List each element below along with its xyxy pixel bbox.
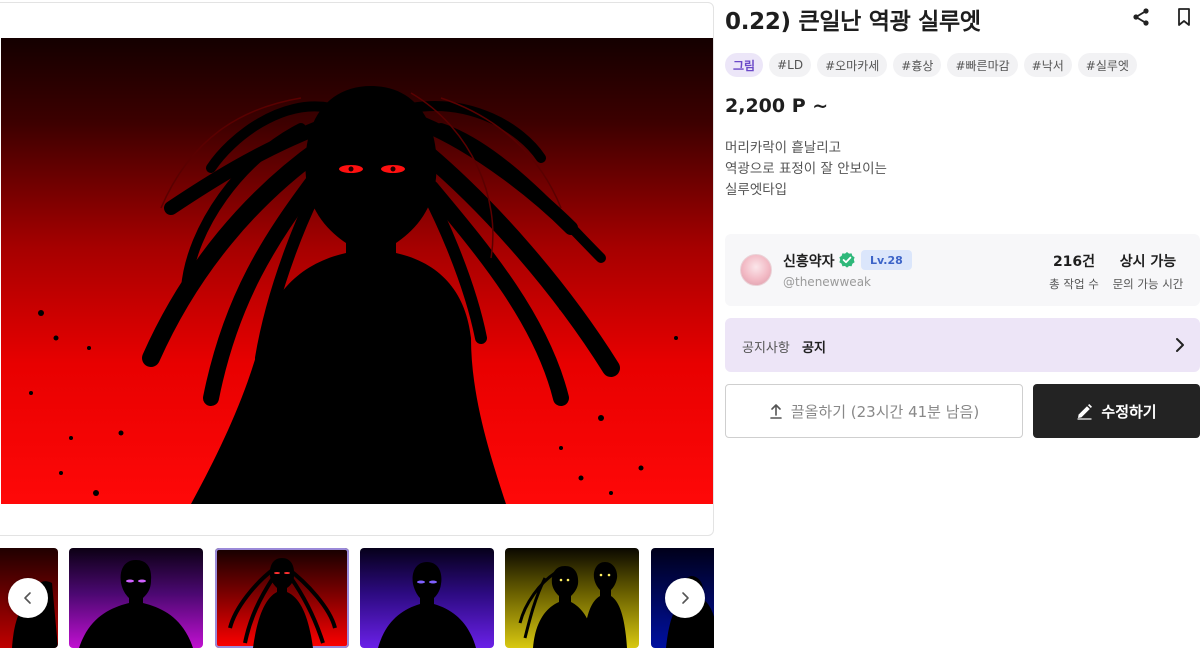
notice-value: 공지 bbox=[802, 341, 826, 356]
share-button[interactable] bbox=[1130, 6, 1152, 28]
hashtag[interactable]: #빠른마감 bbox=[947, 53, 1018, 77]
notice-bar[interactable]: 공지사항 공지 bbox=[725, 318, 1200, 372]
pencil-icon bbox=[1077, 403, 1093, 420]
product-description: 머리카락이 흩날리고 역광으로 표정이 잘 안보이는 실루엣타입 bbox=[725, 138, 887, 201]
main-image-frame bbox=[0, 2, 714, 536]
thumbnail-5[interactable] bbox=[505, 548, 639, 648]
tag-list: 그림 #LD #오마카세 #흉상 #빠른마감 #낙서 #실루엣 bbox=[725, 53, 1137, 77]
description-line: 실루엣타입 bbox=[725, 182, 788, 198]
bump-button[interactable]: 끌올하기 (23시간 41분 남음) bbox=[725, 384, 1023, 438]
contact-time-stat: 상시 가능 문의 가능 시간 bbox=[1111, 251, 1185, 292]
hashtag[interactable]: #실루엣 bbox=[1077, 53, 1137, 77]
bookmark-button[interactable] bbox=[1173, 6, 1195, 28]
gallery-prev-button[interactable] bbox=[8, 578, 48, 618]
seller-card: 신흥약자 Lv.28 @thenewweak 216건 총 작업 수 상시 가능… bbox=[725, 234, 1200, 306]
edit-button-label: 수정하기 bbox=[1101, 402, 1157, 421]
category-tag[interactable]: 그림 bbox=[725, 53, 764, 77]
seller-handle: @thenewweak bbox=[783, 275, 871, 289]
hashtag[interactable]: #낙서 bbox=[1023, 53, 1072, 77]
product-title: 0.22) 큰일난 역광 실루엣 bbox=[725, 9, 981, 35]
chevron-right-icon bbox=[682, 592, 689, 604]
bump-button-label: 끌올하기 (23시간 41분 남음) bbox=[790, 402, 980, 421]
contact-time-value: 상시 가능 bbox=[1119, 254, 1177, 270]
hashtag[interactable]: #오마카세 bbox=[817, 53, 888, 77]
silhouette-illustration bbox=[29, 86, 678, 504]
price: 2,200 P ~ bbox=[725, 95, 829, 117]
contact-time-label: 문의 가능 시간 bbox=[1112, 277, 1184, 291]
notice-label: 공지사항 bbox=[742, 341, 790, 356]
verified-check-icon bbox=[839, 252, 855, 268]
hashtag[interactable]: #LD bbox=[769, 53, 812, 77]
seller-avatar[interactable] bbox=[740, 254, 772, 286]
thumbnail-3-selected[interactable] bbox=[215, 548, 349, 648]
chevron-right-icon bbox=[1176, 338, 1184, 352]
level-badge: Lv.28 bbox=[861, 250, 912, 270]
hashtag[interactable]: #흉상 bbox=[893, 53, 942, 77]
edit-button[interactable]: 수정하기 bbox=[1033, 384, 1200, 438]
bookmark-icon bbox=[1178, 8, 1190, 26]
description-line: 머리카락이 흩날리고 bbox=[725, 140, 842, 156]
works-count-stat: 216건 총 작업 수 bbox=[1046, 251, 1102, 292]
description-line: 역광으로 표정이 잘 안보이는 bbox=[725, 161, 887, 177]
thumbnail-2[interactable] bbox=[69, 548, 203, 648]
works-count-value: 216건 bbox=[1052, 254, 1096, 270]
main-artwork-image[interactable] bbox=[1, 38, 713, 504]
upload-arrow-icon bbox=[769, 404, 782, 419]
works-count-label: 총 작업 수 bbox=[1049, 277, 1099, 291]
seller-name[interactable]: 신흥약자 bbox=[783, 251, 835, 271]
thumbnail-strip bbox=[0, 548, 714, 649]
thumbnail-4[interactable] bbox=[360, 548, 494, 648]
chevron-left-icon bbox=[24, 592, 31, 604]
gallery-next-button[interactable] bbox=[665, 578, 705, 618]
share-icon bbox=[1133, 8, 1149, 26]
